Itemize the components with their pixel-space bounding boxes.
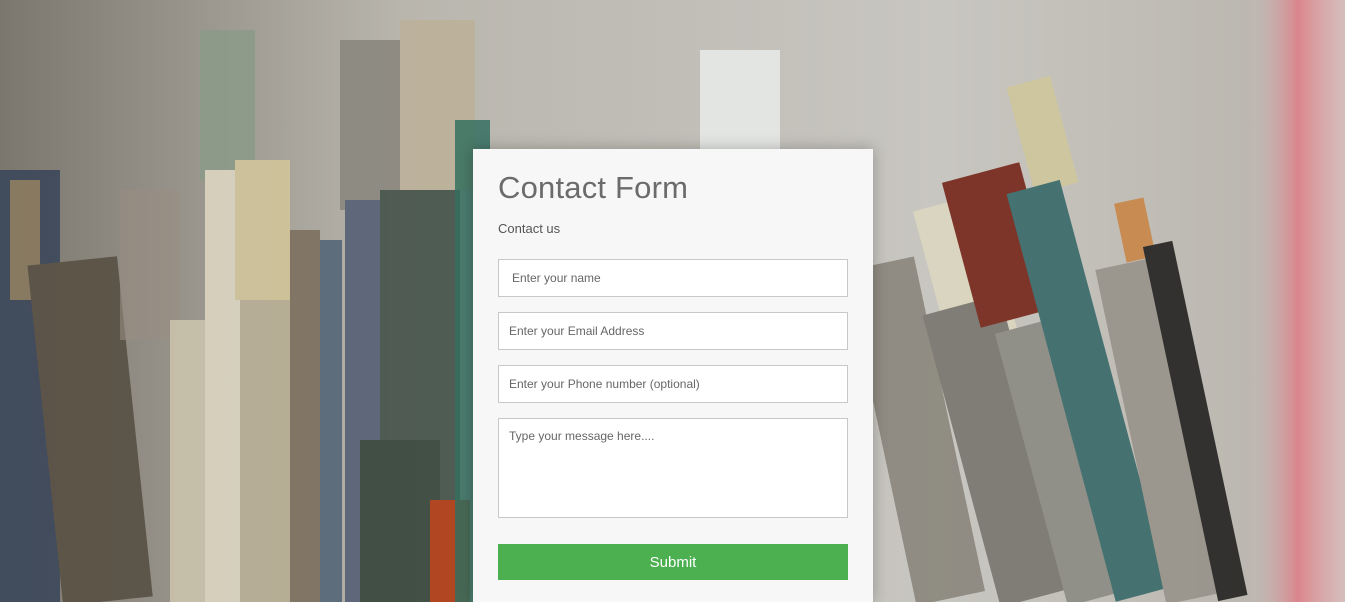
submit-button[interactable]: Submit — [498, 544, 848, 580]
form-title: Contact Form — [498, 170, 689, 205]
form-subtitle: Contact us — [498, 221, 561, 236]
email-input[interactable] — [498, 312, 848, 350]
message-textarea[interactable] — [498, 418, 848, 518]
phone-input[interactable] — [498, 365, 848, 403]
name-input[interactable] — [498, 259, 848, 297]
contact-form-card: Contact Form Contact us Submit — [473, 149, 873, 602]
